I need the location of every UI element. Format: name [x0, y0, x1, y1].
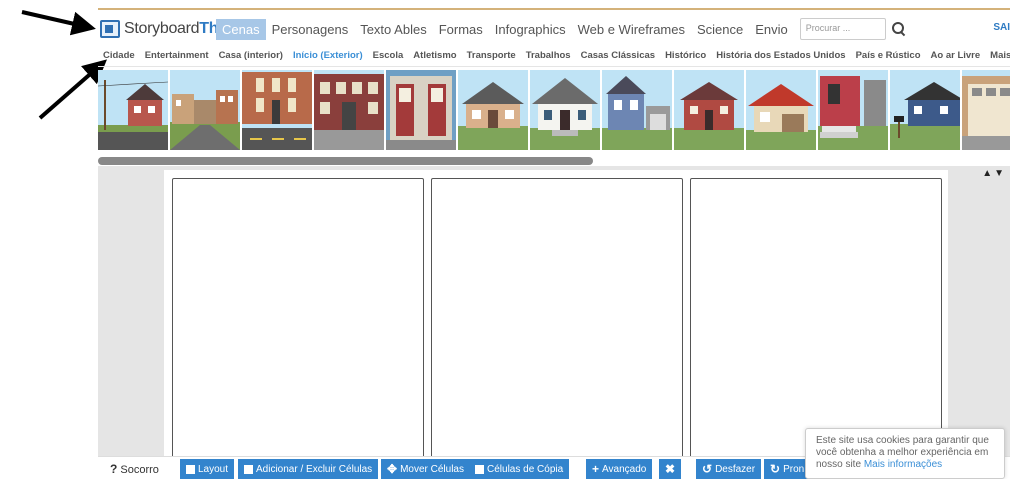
category-entertainment[interactable]: Entertainment	[140, 50, 214, 61]
copy-cells-button[interactable]: Células de Cópia	[469, 459, 570, 479]
arrow-to-categories	[38, 59, 108, 120]
thumbnail-scrollbar[interactable]	[98, 157, 593, 165]
nav-item-formas[interactable]: Formas	[433, 19, 489, 40]
add-remove-cells-label: Adicionar / Excluir Células	[256, 463, 373, 475]
blue-house-scene-icon[interactable]	[602, 70, 672, 150]
category-escola[interactable]: Escola	[368, 50, 409, 61]
arrow-to-logo	[21, 10, 96, 36]
category-casas-classicas[interactable]: Casas Clássicas	[576, 50, 660, 61]
storyboard-canvas	[164, 170, 948, 463]
nav-item-cenas[interactable]: Cenas	[216, 18, 266, 40]
storyboard-workspace: ▲▼	[98, 166, 1010, 463]
category-pais-rustico[interactable]: País e Rústico	[851, 50, 926, 61]
undo-button[interactable]: ↺ Desfazer	[696, 459, 762, 479]
copy-icon	[475, 464, 484, 474]
nav-item-web-wireframes[interactable]: Web e Wireframes	[572, 19, 691, 40]
layout-icon	[186, 464, 195, 474]
row-houses-scene-icon[interactable]	[170, 70, 240, 150]
storyboard-logo-icon	[100, 20, 120, 38]
category-transporte[interactable]: Transporte	[462, 50, 521, 61]
plus-icon: +	[592, 461, 600, 476]
advanced-label: Avançado	[602, 463, 647, 475]
nav-item-envio[interactable]: Envio	[749, 19, 794, 40]
redo-button[interactable]: ↻ Pron	[764, 459, 811, 479]
category-historia-eua[interactable]: História dos Estados Unidos	[711, 50, 850, 61]
nav-item-infographics[interactable]: Infographics	[489, 19, 572, 40]
category-historico[interactable]: Histórico	[660, 50, 711, 61]
copy-cells-label: Células de Cópia	[487, 463, 564, 475]
layout-button[interactable]: Layout	[180, 459, 235, 479]
mailbox-house-scene-icon[interactable]	[890, 70, 960, 150]
nav-item-science[interactable]: Science	[691, 19, 749, 40]
undo-label: Desfazer	[715, 463, 756, 475]
scroll-arrows[interactable]: ▲▼	[982, 168, 1006, 179]
nav-item-personagens[interactable]: Personagens	[266, 19, 355, 40]
brownstone-scene-icon[interactable]	[314, 70, 384, 150]
category-casa-interior[interactable]: Casa (interior)	[214, 50, 288, 61]
layout-label: Layout	[198, 463, 229, 475]
cookie-more-info-link[interactable]: Mais informações	[864, 459, 942, 470]
top-navigation: StoryboardThat Cenas Personagens Texto A…	[98, 8, 1010, 42]
redo-icon: ↻	[770, 461, 781, 476]
nav-item-texto-ables[interactable]: Texto Ables	[354, 19, 433, 40]
scene-thumbnail-strip	[98, 70, 1010, 154]
fullscreen-icon: ✖	[664, 461, 676, 476]
help-icon: ?	[110, 462, 118, 476]
red-roof-house-scene-icon[interactable]	[746, 70, 816, 150]
nav-menu: Cenas Personagens Texto Ables Formas Inf…	[216, 17, 906, 41]
garage-door-scene-icon[interactable]	[962, 70, 1010, 150]
brick-house-scene-icon[interactable]	[674, 70, 744, 150]
white-house-scene-icon[interactable]	[530, 70, 600, 150]
category-mais-dropdown[interactable]: Mais ▾	[985, 50, 1010, 61]
search-icon[interactable]	[891, 22, 906, 36]
move-cells-button[interactable]: ✥ Mover Células	[381, 459, 470, 479]
townhouse-street-scene-icon[interactable]	[242, 70, 312, 150]
advanced-button[interactable]: + Avançado	[586, 459, 653, 479]
storyboard-cell-1[interactable]	[172, 178, 424, 463]
porch-steps-scene-icon[interactable]	[818, 70, 888, 150]
category-ao-ar-livre[interactable]: Ao ar Livre	[926, 50, 986, 61]
cookie-notice: Este site usa cookies para garantir que …	[805, 428, 1005, 479]
category-inicio-exterior[interactable]: Início (Exterior)	[288, 50, 368, 61]
add-cells-icon	[244, 464, 253, 474]
scene-category-bar: Cidade Entertainment Casa (interior) Iní…	[98, 45, 1010, 67]
search-input[interactable]: Procurar ...	[799, 18, 886, 40]
bungalow-scene-icon[interactable]	[458, 70, 528, 150]
storyboard-editor: StoryboardThat Cenas Personagens Texto A…	[0, 0, 1010, 479]
front-doors-scene-icon[interactable]	[386, 70, 456, 150]
category-cidade[interactable]: Cidade	[98, 50, 140, 61]
undo-icon: ↺	[702, 461, 713, 476]
redo-label: Pron	[783, 463, 805, 475]
logo[interactable]: StoryboardThat	[100, 18, 232, 40]
storyboard-cell-3[interactable]	[690, 178, 942, 463]
move-icon: ✥	[387, 461, 398, 476]
storyboard-cell-2[interactable]	[431, 178, 683, 463]
add-remove-cells-button[interactable]: Adicionar / Excluir Células	[238, 459, 379, 479]
move-cells-label: Mover Células	[400, 463, 464, 475]
category-atletismo[interactable]: Atletismo	[408, 50, 461, 61]
fullscreen-button[interactable]: ✖	[659, 459, 681, 479]
help-button[interactable]: ? Socorro	[110, 462, 159, 476]
help-label: Socorro	[120, 464, 159, 476]
category-trabalhos[interactable]: Trabalhos	[521, 50, 576, 61]
sign-out-link[interactable]: SAI	[993, 22, 1010, 33]
street-house-scene-icon[interactable]	[98, 70, 168, 150]
